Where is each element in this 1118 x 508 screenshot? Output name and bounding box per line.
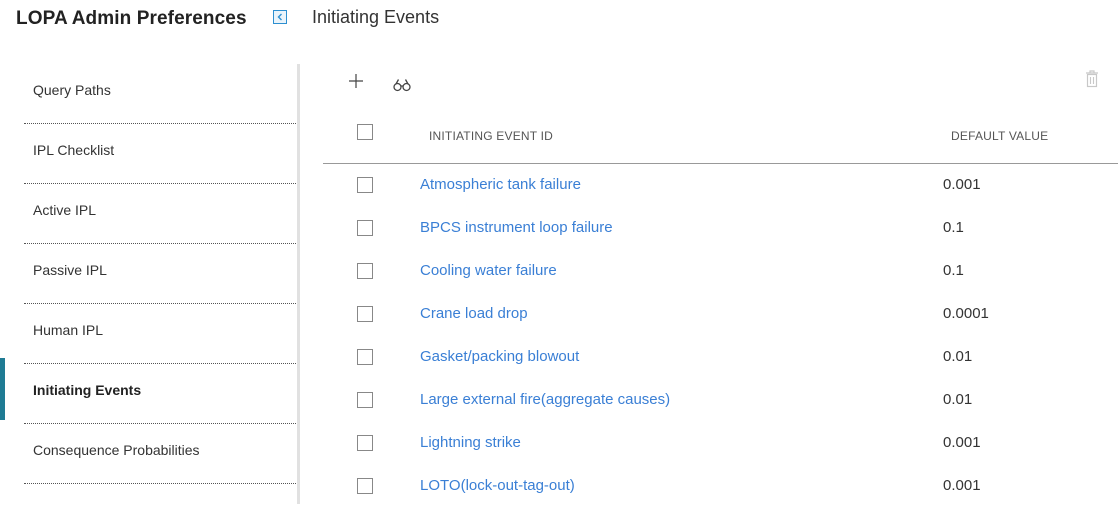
- plus-icon: [349, 74, 363, 88]
- event-id-link[interactable]: Cooling water failure: [420, 262, 557, 279]
- sidebar-item-label: Consequence Probabilities: [33, 442, 200, 458]
- add-button[interactable]: [347, 72, 365, 90]
- row-checkbox[interactable]: [357, 263, 373, 279]
- default-value: 0.001: [943, 176, 981, 193]
- sidebar-item-passive-ipl[interactable]: Passive IPL: [24, 244, 296, 304]
- table-row: Crane load drop 0.0001: [323, 293, 1118, 336]
- default-value: 0.1: [943, 219, 964, 236]
- default-value: 0.1: [943, 262, 964, 279]
- event-id-link[interactable]: Crane load drop: [420, 305, 528, 322]
- sidebar-item-initiating-events[interactable]: Initiating Events: [0, 358, 296, 424]
- select-all-checkbox[interactable]: [357, 124, 373, 140]
- delete-button[interactable]: [1085, 70, 1099, 88]
- sidebar-item-label: IPL Checklist: [33, 142, 115, 158]
- default-value: 0.001: [943, 434, 981, 451]
- table-row: Atmospheric tank failure 0.001: [323, 164, 1118, 207]
- table-row: Large external fire(aggregate causes) 0.…: [323, 379, 1118, 422]
- row-checkbox[interactable]: [357, 435, 373, 451]
- default-value: 0.001: [943, 477, 981, 494]
- sidebar-item-label: Human IPL: [33, 322, 104, 338]
- table-header: INITIATING EVENT ID DEFAULT VALUE: [323, 114, 1118, 164]
- sidebar-item-query-paths[interactable]: Query Paths: [24, 64, 296, 124]
- collapse-sidebar-button[interactable]: [273, 10, 287, 24]
- event-id-link[interactable]: Large external fire(aggregate causes): [420, 391, 670, 408]
- event-id-link[interactable]: BPCS instrument loop failure: [420, 219, 613, 236]
- table-row: Cooling water failure 0.1: [323, 250, 1118, 293]
- binoculars-icon: [393, 79, 411, 92]
- initiating-events-table: INITIATING EVENT ID DEFAULT VALUE Atmosp…: [323, 114, 1118, 508]
- table-row: Lightning strike 0.001: [323, 422, 1118, 465]
- event-id-link[interactable]: LOTO(lock-out-tag-out): [420, 477, 575, 494]
- sidebar: Query Paths IPL Checklist Active IPL Pas…: [0, 64, 296, 504]
- chevron-left-icon: [277, 13, 282, 21]
- row-checkbox[interactable]: [357, 392, 373, 408]
- find-button[interactable]: [393, 78, 411, 92]
- table-row: LOTO(lock-out-tag-out) 0.001: [323, 465, 1118, 508]
- main-content: INITIATING EVENT ID DEFAULT VALUE Atmosp…: [300, 64, 1118, 504]
- table-row: Gasket/packing blowout 0.01: [323, 336, 1118, 379]
- column-header-initiating-event-id[interactable]: INITIATING EVENT ID: [429, 129, 553, 143]
- row-checkbox[interactable]: [357, 177, 373, 193]
- default-value: 0.01: [943, 348, 973, 365]
- event-id-link[interactable]: Atmospheric tank failure: [420, 176, 581, 193]
- app-title: LOPA Admin Preferences: [16, 8, 247, 29]
- row-checkbox[interactable]: [357, 220, 373, 236]
- sidebar-item-label: Initiating Events: [33, 382, 142, 398]
- sidebar-item-active-ipl[interactable]: Active IPL: [24, 184, 296, 244]
- default-value: 0.01: [943, 391, 973, 408]
- row-checkbox[interactable]: [357, 349, 373, 365]
- column-header-default-value[interactable]: DEFAULT VALUE: [951, 129, 1048, 143]
- event-id-link[interactable]: Lightning strike: [420, 434, 521, 451]
- event-id-link[interactable]: Gasket/packing blowout: [420, 348, 579, 365]
- sidebar-item-label: Active IPL: [33, 202, 97, 218]
- trash-icon: [1086, 70, 1098, 88]
- header: LOPA Admin Preferences Initiating Events: [0, 0, 1118, 40]
- page-title: Initiating Events: [312, 7, 440, 27]
- row-checkbox[interactable]: [357, 306, 373, 322]
- active-indicator: [0, 358, 5, 420]
- table-row: BPCS instrument loop failure 0.1: [323, 207, 1118, 250]
- sidebar-item-consequence-probabilities[interactable]: Consequence Probabilities: [24, 424, 296, 484]
- sidebar-item-label: Query Paths: [33, 82, 111, 98]
- sidebar-item-human-ipl[interactable]: Human IPL: [24, 304, 296, 364]
- row-checkbox[interactable]: [357, 478, 373, 494]
- sidebar-item-ipl-checklist[interactable]: IPL Checklist: [24, 124, 296, 184]
- sidebar-item-label: Passive IPL: [33, 262, 107, 278]
- default-value: 0.0001: [943, 305, 989, 322]
